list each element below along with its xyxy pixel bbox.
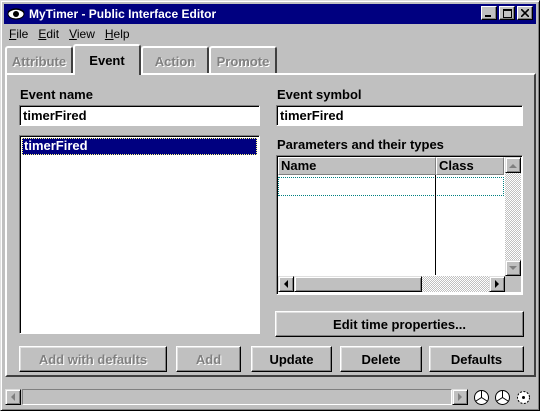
- menu-view[interactable]: View: [64, 27, 100, 41]
- event-name-label: Event name: [20, 87, 93, 102]
- event-symbol-field[interactable]: timerFired: [276, 105, 523, 126]
- horizontal-scroll-track[interactable]: [422, 276, 489, 292]
- column-header-name[interactable]: Name: [278, 157, 436, 175]
- close-button[interactable]: [517, 6, 533, 20]
- scroll-corner: [505, 276, 521, 292]
- event-symbol-label: Event symbol: [277, 87, 362, 102]
- maximize-button[interactable]: [499, 6, 515, 20]
- scroll-left-button[interactable]: [278, 276, 294, 292]
- title-bar[interactable]: MyTimer - Public Interface Editor: [4, 4, 536, 24]
- add-with-defaults-button[interactable]: Add with defaults: [19, 346, 167, 372]
- menu-help[interactable]: Help: [100, 27, 135, 41]
- triangle-right-icon: [494, 280, 499, 288]
- status-indicator-3-icon[interactable]: [514, 388, 532, 406]
- editor-window: MyTimer - Public Interface Editor File E…: [0, 0, 540, 411]
- add-button[interactable]: Add: [176, 346, 241, 372]
- list-item[interactable]: timerFired: [22, 138, 257, 155]
- vertical-scrollbar[interactable]: [505, 157, 521, 276]
- close-icon: [521, 9, 529, 17]
- defaults-button[interactable]: Defaults: [429, 346, 524, 372]
- minimize-button[interactable]: [481, 6, 497, 20]
- tab-action[interactable]: Action: [141, 46, 209, 74]
- update-button[interactable]: Update: [251, 346, 332, 372]
- status-indicator-1-icon[interactable]: [472, 388, 490, 406]
- tab-promote[interactable]: Promote: [209, 46, 277, 74]
- window-title: MyTimer - Public Interface Editor: [29, 7, 217, 21]
- tab-event[interactable]: Event: [73, 44, 141, 75]
- status-scroll-left-button[interactable]: [5, 389, 21, 405]
- vertical-scroll-track[interactable]: [505, 173, 521, 260]
- menu-bar: File Edit View Help: [4, 25, 135, 43]
- parameters-label: Parameters and their types: [277, 137, 444, 152]
- triangle-right-icon: [457, 393, 462, 401]
- status-indicator-2-icon[interactable]: [493, 388, 511, 406]
- tab-strip: Attribute Event Action Promote: [5, 44, 537, 75]
- edit-time-properties-button[interactable]: Edit time properties...: [275, 311, 524, 337]
- horizontal-scrollbar[interactable]: [278, 276, 505, 292]
- table-row[interactable]: [278, 177, 504, 196]
- triangle-left-icon: [283, 280, 288, 288]
- parameters-table[interactable]: Name Class: [276, 155, 523, 295]
- scroll-up-button[interactable]: [505, 157, 521, 173]
- eye-icon[interactable]: [7, 7, 25, 21]
- tab-attribute[interactable]: Attribute: [5, 46, 73, 74]
- horizontal-scroll-thumb[interactable]: [294, 276, 422, 292]
- event-panel: Event name timerFired Event symbol timer…: [5, 73, 536, 377]
- triangle-left-icon: [10, 393, 15, 401]
- status-scroll-right-button[interactable]: [452, 389, 468, 405]
- scroll-right-button[interactable]: [489, 276, 505, 292]
- event-name-field[interactable]: timerFired: [19, 105, 260, 126]
- maximize-icon: [502, 8, 512, 18]
- column-header-class[interactable]: Class: [436, 157, 504, 175]
- menu-file[interactable]: File: [4, 27, 33, 41]
- triangle-down-icon: [509, 265, 517, 270]
- minimize-icon: [485, 15, 491, 17]
- event-list[interactable]: timerFired: [19, 135, 260, 334]
- delete-button[interactable]: Delete: [340, 346, 422, 372]
- column-divider: [435, 175, 436, 275]
- menu-edit[interactable]: Edit: [33, 27, 64, 41]
- status-bar: [5, 387, 537, 407]
- scroll-down-button[interactable]: [505, 260, 521, 276]
- triangle-up-icon: [509, 163, 517, 168]
- status-track[interactable]: [22, 389, 452, 405]
